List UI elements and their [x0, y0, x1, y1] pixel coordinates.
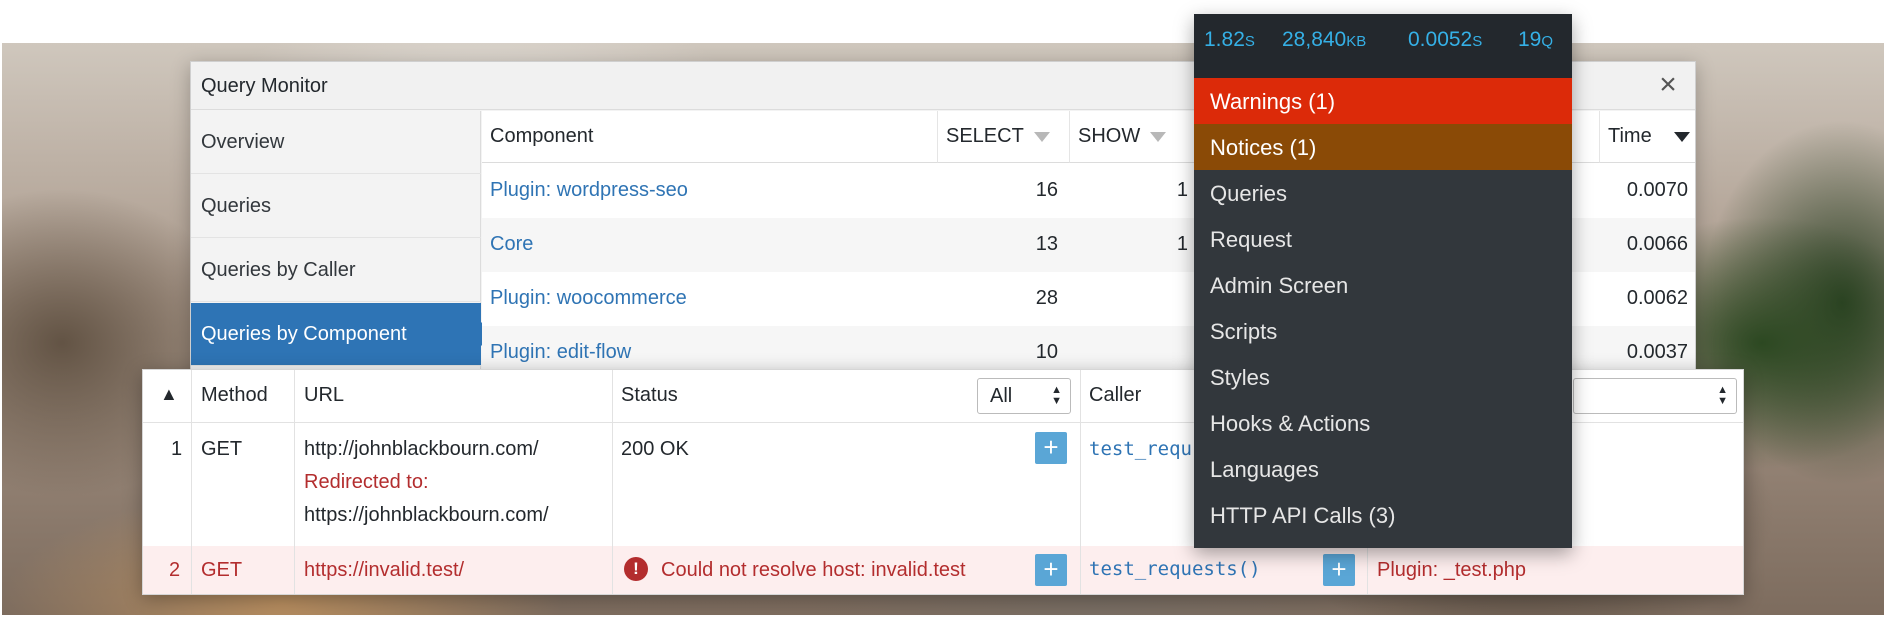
sort-caret-icon [1033, 131, 1050, 142]
request-url: http://johnblackbourn.com/ [304, 438, 539, 460]
sort-caret-icon [1150, 131, 1167, 142]
column-divider [191, 370, 192, 594]
request-component: Plugin: _test.php [1377, 559, 1526, 581]
close-icon[interactable]: × [1651, 68, 1685, 102]
time-value: 0.0070 [1626, 179, 1688, 201]
admin-bar-stats[interactable]: 1.82S 28,840KB 0.0052S 19Q [1194, 14, 1572, 78]
expand-plus-button[interactable]: + [1323, 554, 1355, 586]
row-index: 1 [171, 438, 183, 460]
select-count: 28 [1035, 287, 1058, 309]
column-divider [294, 370, 295, 594]
status-filter-select[interactable]: All ▲ ▼ [977, 378, 1071, 414]
column-header-select[interactable]: SELECT [938, 111, 1070, 163]
request-url: https://invalid.test/ [304, 559, 465, 581]
sidebar-item-queries[interactable]: Queries [191, 175, 481, 238]
menu-item-warnings[interactable]: Warnings (1) [1194, 78, 1572, 124]
column-header-time[interactable]: Time [1600, 111, 1695, 163]
column-header-component[interactable]: Component [482, 111, 938, 163]
menu-item-notices[interactable]: Notices (1) [1194, 124, 1572, 170]
error-icon: ! [624, 557, 648, 581]
component-link[interactable]: Plugin: wordpress-seo [490, 164, 688, 218]
sidebar-item-overview[interactable]: Overview [191, 111, 481, 174]
request-method: GET [201, 438, 243, 460]
column-header-method: Method [201, 384, 268, 406]
menu-item-request[interactable]: Request [1194, 216, 1572, 262]
status-filter-value: All [990, 385, 1013, 407]
redirect-label: Redirected to: [304, 471, 429, 493]
caller-function[interactable]: test_requ [1089, 438, 1192, 460]
expand-plus-button[interactable]: + [1035, 554, 1067, 586]
stat-query-count: 19Q [1518, 28, 1554, 51]
sidebar-item-queries-by-caller[interactable]: Queries by Caller [191, 239, 481, 302]
stat-page-time: 1.82S [1204, 28, 1255, 51]
stat-query-time: 0.0052S [1408, 28, 1483, 51]
sort-caret-icon [1673, 131, 1690, 142]
select-count: 16 [1035, 179, 1058, 201]
show-count: 1 [1176, 179, 1188, 201]
component-link[interactable]: Core [490, 218, 533, 272]
menu-item-admin-screen[interactable]: Admin Screen [1194, 262, 1572, 308]
select-arrows-icon: ▲ ▼ [1051, 384, 1062, 407]
show-count: 1 [1176, 233, 1188, 255]
menu-item-queries[interactable]: Queries [1194, 170, 1572, 216]
response-status: Could not resolve host: invalid.test [661, 559, 966, 581]
time-value: 0.0062 [1626, 287, 1688, 309]
expand-plus-button[interactable]: + [1035, 432, 1067, 464]
select-count: 13 [1035, 233, 1058, 255]
panel-title: Query Monitor [201, 75, 328, 97]
response-status: 200 OK [621, 438, 689, 460]
menu-item-scripts[interactable]: Scripts [1194, 308, 1572, 354]
column-header-caller: Caller [1089, 384, 1142, 406]
sidebar-item-queries-by-component[interactable]: Queries by Component [191, 303, 493, 366]
column-header-show[interactable]: SHOW [1070, 111, 1200, 163]
redirect-url: https://johnblackbourn.com/ [304, 504, 549, 526]
stat-memory: 28,840KB [1282, 28, 1367, 51]
component-link[interactable]: Plugin: woocommerce [490, 272, 687, 326]
sort-ascending-icon[interactable]: ▲ [160, 384, 178, 405]
request-method: GET [201, 559, 243, 581]
menu-item-styles[interactable]: Styles [1194, 354, 1572, 400]
panel-sidebar: Overview Queries Queries by Caller Queri… [191, 111, 493, 380]
show-count [1070, 272, 1188, 326]
time-value: 0.0066 [1626, 233, 1688, 255]
row-index: 2 [169, 559, 181, 581]
column-header-url: URL [304, 384, 345, 406]
column-divider [1080, 370, 1081, 594]
query-monitor-admin-menu: 1.82S 28,840KB 0.0052S 19Q Warnings (1) … [1194, 14, 1572, 548]
component-filter-select[interactable]: ▲ ▼ [1573, 378, 1737, 414]
menu-item-http-api-calls[interactable]: HTTP API Calls (3) [1194, 492, 1572, 538]
column-divider [612, 370, 613, 594]
menu-item-hooks-actions[interactable]: Hooks & Actions [1194, 400, 1572, 446]
select-arrows-icon: ▲ ▼ [1717, 384, 1728, 407]
menu-item-languages[interactable]: Languages [1194, 446, 1572, 492]
column-header-status: Status [621, 384, 678, 406]
caller-function[interactable]: test_requests() [1089, 558, 1261, 580]
